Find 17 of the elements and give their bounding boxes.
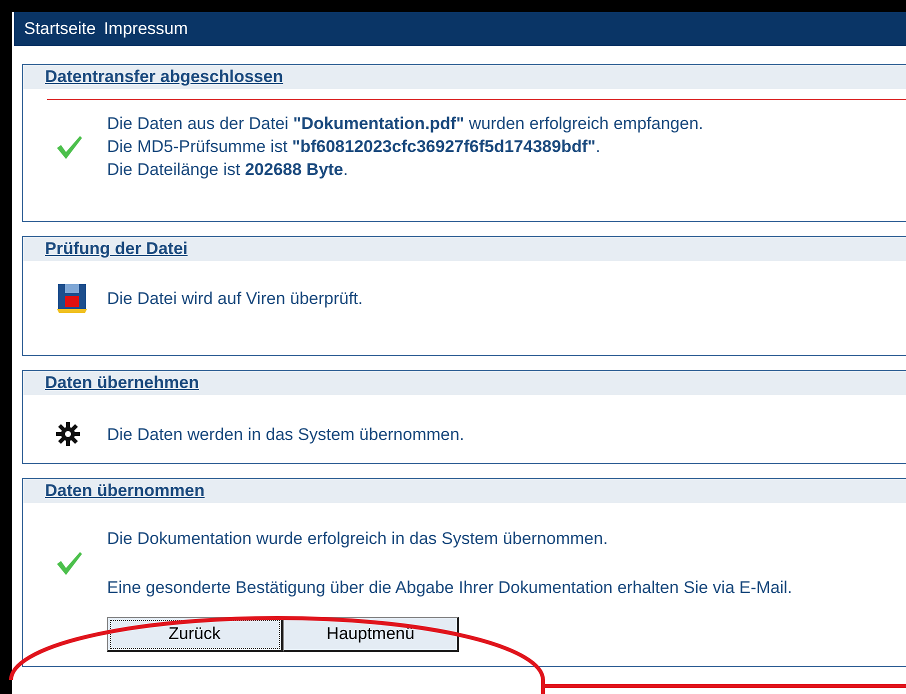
status-message: Die Dateilänge ist 202688 Byte.: [107, 159, 350, 181]
status-message: Die MD5-Prüfsumme ist "bf60812023cfc36927f6f5d174389bdf".: [107, 136, 602, 158]
status-message: Die Dokumentation wurde erfolgreich in das System übernommen.: [107, 528, 609, 550]
nav-link[interactable]: Impressum: [104, 16, 188, 42]
floppy-disk-icon: [55, 281, 89, 315]
status-message: Eine gesonderte Bestätigung über die Abgabe Ihrer Dokumentation erhalten Sie via E-Mail.: [107, 577, 792, 599]
status-message: Die Daten werden in das System übernommen.: [107, 424, 464, 446]
status-message: Die Datei wird auf Viren überprüft.: [107, 288, 363, 310]
checkmark-icon: [55, 134, 83, 160]
section-title: Prüfung der Datei: [45, 238, 188, 260]
gear-icon: [55, 421, 81, 447]
section-title: Daten übernommen: [45, 480, 205, 502]
checkmark-icon: [55, 550, 83, 576]
section-title: Daten übernehmen: [45, 372, 199, 394]
nav-link[interactable]: Startseite: [24, 16, 96, 42]
status-message: Die Daten aus der Datei "Dokumentation.pdf" wurden erfolgreich empfangen.: [107, 113, 704, 135]
section-title: Datentransfer abgeschlossen: [45, 66, 284, 88]
